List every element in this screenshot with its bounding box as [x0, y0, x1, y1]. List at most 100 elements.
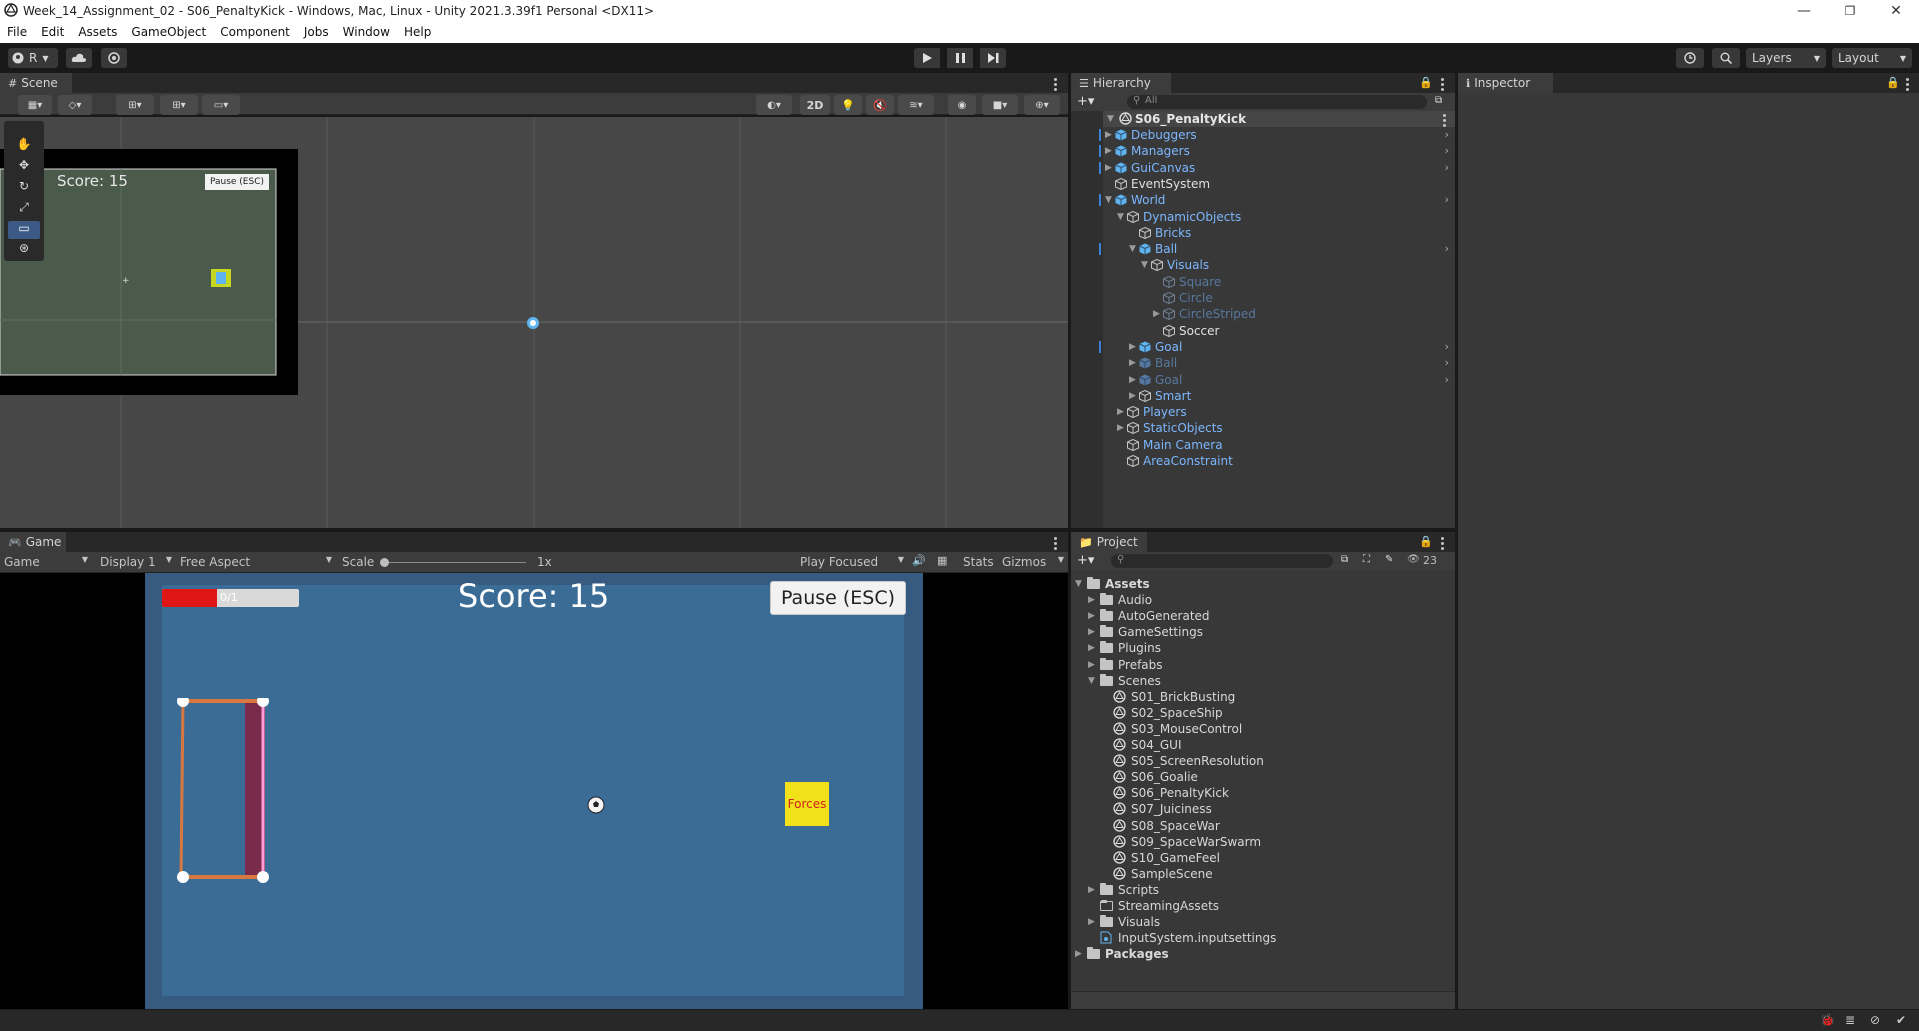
project-item[interactable]: S06_PenaltyKick	[1071, 785, 1455, 801]
tab-scene[interactable]: # Scene	[0, 73, 72, 93]
menu-edit[interactable]: Edit	[34, 22, 71, 43]
chevron-right-icon[interactable]: ›	[1445, 192, 1449, 208]
collapse-arrow-icon[interactable]: ▶	[1088, 624, 1095, 640]
menu-assets[interactable]: Assets	[71, 22, 124, 43]
tab-project[interactable]: 📁 Project	[1071, 532, 1147, 552]
gizmos-dropdown[interactable]: ⊕▾	[1024, 95, 1060, 115]
hierarchy-item[interactable]: ▶ Players	[1071, 404, 1455, 420]
collapse-arrow-icon[interactable]: ▶	[1088, 592, 1095, 608]
project-item[interactable]: S07_Juiciness	[1071, 801, 1455, 817]
create-plus-icon[interactable]: +▾	[1077, 94, 1094, 109]
expand-arrow-icon[interactable]: ▼	[1129, 241, 1136, 257]
menu-component[interactable]: Component	[213, 22, 297, 43]
scene-more-menu-icon[interactable]	[1054, 78, 1058, 93]
search-filter-icon[interactable]: ⧉	[1435, 95, 1442, 106]
hierarchy-item[interactable]: ▼ Visuals	[1071, 257, 1455, 273]
hierarchy-item[interactable]: AreaConstraint	[1071, 453, 1455, 469]
project-item[interactable]: ▶ Visuals	[1071, 914, 1455, 930]
tab-inspector[interactable]: ℹ Inspector	[1458, 73, 1553, 93]
inspector-more-menu-icon[interactable]	[1906, 78, 1910, 93]
hierarchy-item[interactable]: Bricks	[1071, 225, 1455, 241]
project-item[interactable]: ▶ Prefabs	[1071, 657, 1455, 673]
scale-slider-thumb[interactable]	[380, 558, 389, 567]
lock-icon[interactable]: 🔒	[1419, 535, 1433, 548]
undo-history-button[interactable]	[1676, 48, 1704, 68]
scene-root-row[interactable]: ▼ S06_PenaltyKick	[1103, 111, 1455, 127]
check-icon[interactable]: ✔	[1896, 1013, 1906, 1027]
hierarchy-item[interactable]: Circle	[1071, 290, 1455, 306]
layout-dropdown[interactable]: Layout ▼	[1832, 48, 1912, 68]
cloud-button[interactable]	[66, 48, 92, 68]
collapse-arrow-icon[interactable]: ▶	[1153, 306, 1160, 322]
tab-game[interactable]: 🎮 Game	[0, 532, 66, 552]
hierarchy-item[interactable]: ▶ Smart	[1071, 388, 1455, 404]
project-item[interactable]: S08_SpaceWar	[1071, 818, 1455, 834]
chevron-right-icon[interactable]: ›	[1445, 339, 1449, 355]
project-item[interactable]: S05_ScreenResolution	[1071, 753, 1455, 769]
mute-audio-icon[interactable]: 🔊	[912, 554, 926, 567]
project-item[interactable]: ▶ Audio	[1071, 592, 1455, 608]
hand-tool-icon[interactable]: ✋	[8, 137, 40, 155]
collapse-arrow-icon[interactable]: ▶	[1105, 127, 1112, 143]
camera-dropdown[interactable]: ■▾	[982, 95, 1018, 115]
collapse-arrow-icon[interactable]: ▶	[1105, 160, 1112, 176]
project-item[interactable]: StreamingAssets	[1071, 898, 1455, 914]
project-item[interactable]: S02_SpaceShip	[1071, 705, 1455, 721]
chevron-right-icon[interactable]: ›	[1445, 372, 1449, 388]
hierarchy-search-input[interactable]: ⚲ All	[1127, 95, 1427, 109]
shading-mode-dropdown[interactable]: ◐▾	[756, 95, 792, 115]
favorite-icon[interactable]: ✎	[1385, 554, 1393, 565]
create-plus-icon[interactable]: +▾	[1077, 553, 1094, 568]
hierarchy-item[interactable]: ▼ World ›	[1071, 192, 1455, 208]
expand-arrow-icon[interactable]: ▼	[1141, 257, 1148, 273]
hierarchy-item[interactable]: ▶ CircleStriped	[1071, 306, 1455, 322]
collapse-arrow-icon[interactable]: ▶	[1088, 608, 1095, 624]
collapse-arrow-icon[interactable]: ▶	[1088, 882, 1095, 898]
rotate-tool-icon[interactable]: ↻	[8, 179, 40, 197]
hierarchy-item[interactable]: ▶ StaticObjects	[1071, 420, 1455, 436]
project-item[interactable]: ▶ AutoGenerated	[1071, 608, 1455, 624]
collapse-arrow-icon[interactable]: ▶	[1129, 355, 1136, 371]
expand-arrow-icon[interactable]: ▼	[1117, 209, 1124, 225]
game-view-dropdown[interactable]: Game ▼	[4, 555, 88, 569]
hierarchy-item[interactable]: Soccer	[1071, 323, 1455, 339]
project-item[interactable]: S03_MouseControl	[1071, 721, 1455, 737]
transform-tool-icon[interactable]: ⊛	[8, 241, 40, 259]
collapse-arrow-icon[interactable]: ▶	[1129, 372, 1136, 388]
project-item[interactable]: ▶ Packages	[1071, 946, 1455, 962]
stats-button[interactable]: Stats	[963, 555, 994, 569]
scene-viewport[interactable]: + ✋ ✥ ↻ ⤢ ▭ ⊛ Score: 15 Pause (ESC)	[0, 117, 1068, 528]
rect-tool-icon[interactable]: ▭	[8, 221, 40, 239]
maximize-button[interactable]: ❐	[1827, 0, 1873, 22]
project-item[interactable]: S06_Goalie	[1071, 769, 1455, 785]
lock-icon[interactable]: 🔒	[1886, 76, 1900, 89]
project-item[interactable]: ▶ Scripts	[1071, 882, 1455, 898]
project-item[interactable]: SampleScene	[1071, 866, 1455, 882]
aspect-dropdown[interactable]: Free Aspect ▼	[180, 555, 332, 569]
hierarchy-item[interactable]: EventSystem	[1071, 176, 1455, 192]
chevron-right-icon[interactable]: ›	[1445, 143, 1449, 159]
search-by-type-icon[interactable]: ⧉	[1341, 554, 1348, 565]
collapse-arrow-icon[interactable]: ▶	[1088, 640, 1095, 656]
layers-dropdown[interactable]: Layers ▼	[1746, 48, 1826, 68]
grid-toggle[interactable]: ⊞▾	[160, 95, 198, 115]
draw-mode-dropdown[interactable]: ▦▾	[18, 95, 52, 115]
effects-dropdown[interactable]: ≋▾	[898, 95, 934, 115]
hierarchy-item[interactable]: Square	[1071, 274, 1455, 290]
chevron-right-icon[interactable]: ›	[1445, 127, 1449, 143]
search-button[interactable]	[1712, 48, 1740, 68]
step-button[interactable]	[980, 48, 1006, 68]
menu-gameobject[interactable]: GameObject	[124, 22, 213, 43]
tab-hierarchy[interactable]: ☰ Hierarchy	[1071, 73, 1171, 93]
project-item[interactable]: ▶ GameSettings	[1071, 624, 1455, 640]
game-more-menu-icon[interactable]	[1054, 537, 1058, 552]
hierarchy-more-menu-icon[interactable]	[1441, 78, 1445, 93]
game-pause-button[interactable]: Pause (ESC)	[770, 581, 906, 615]
debug-icon[interactable]: 🐞	[1820, 1013, 1835, 1027]
project-item[interactable]: ▶ Plugins	[1071, 640, 1455, 656]
chevron-right-icon[interactable]: ›	[1445, 160, 1449, 176]
snap-toggle[interactable]: ⊞▾	[116, 95, 154, 115]
project-item[interactable]: ▼ Assets	[1071, 576, 1455, 592]
visibility-toggle[interactable]: ◉	[948, 95, 976, 115]
grid-icon[interactable]: ▦	[937, 554, 947, 567]
